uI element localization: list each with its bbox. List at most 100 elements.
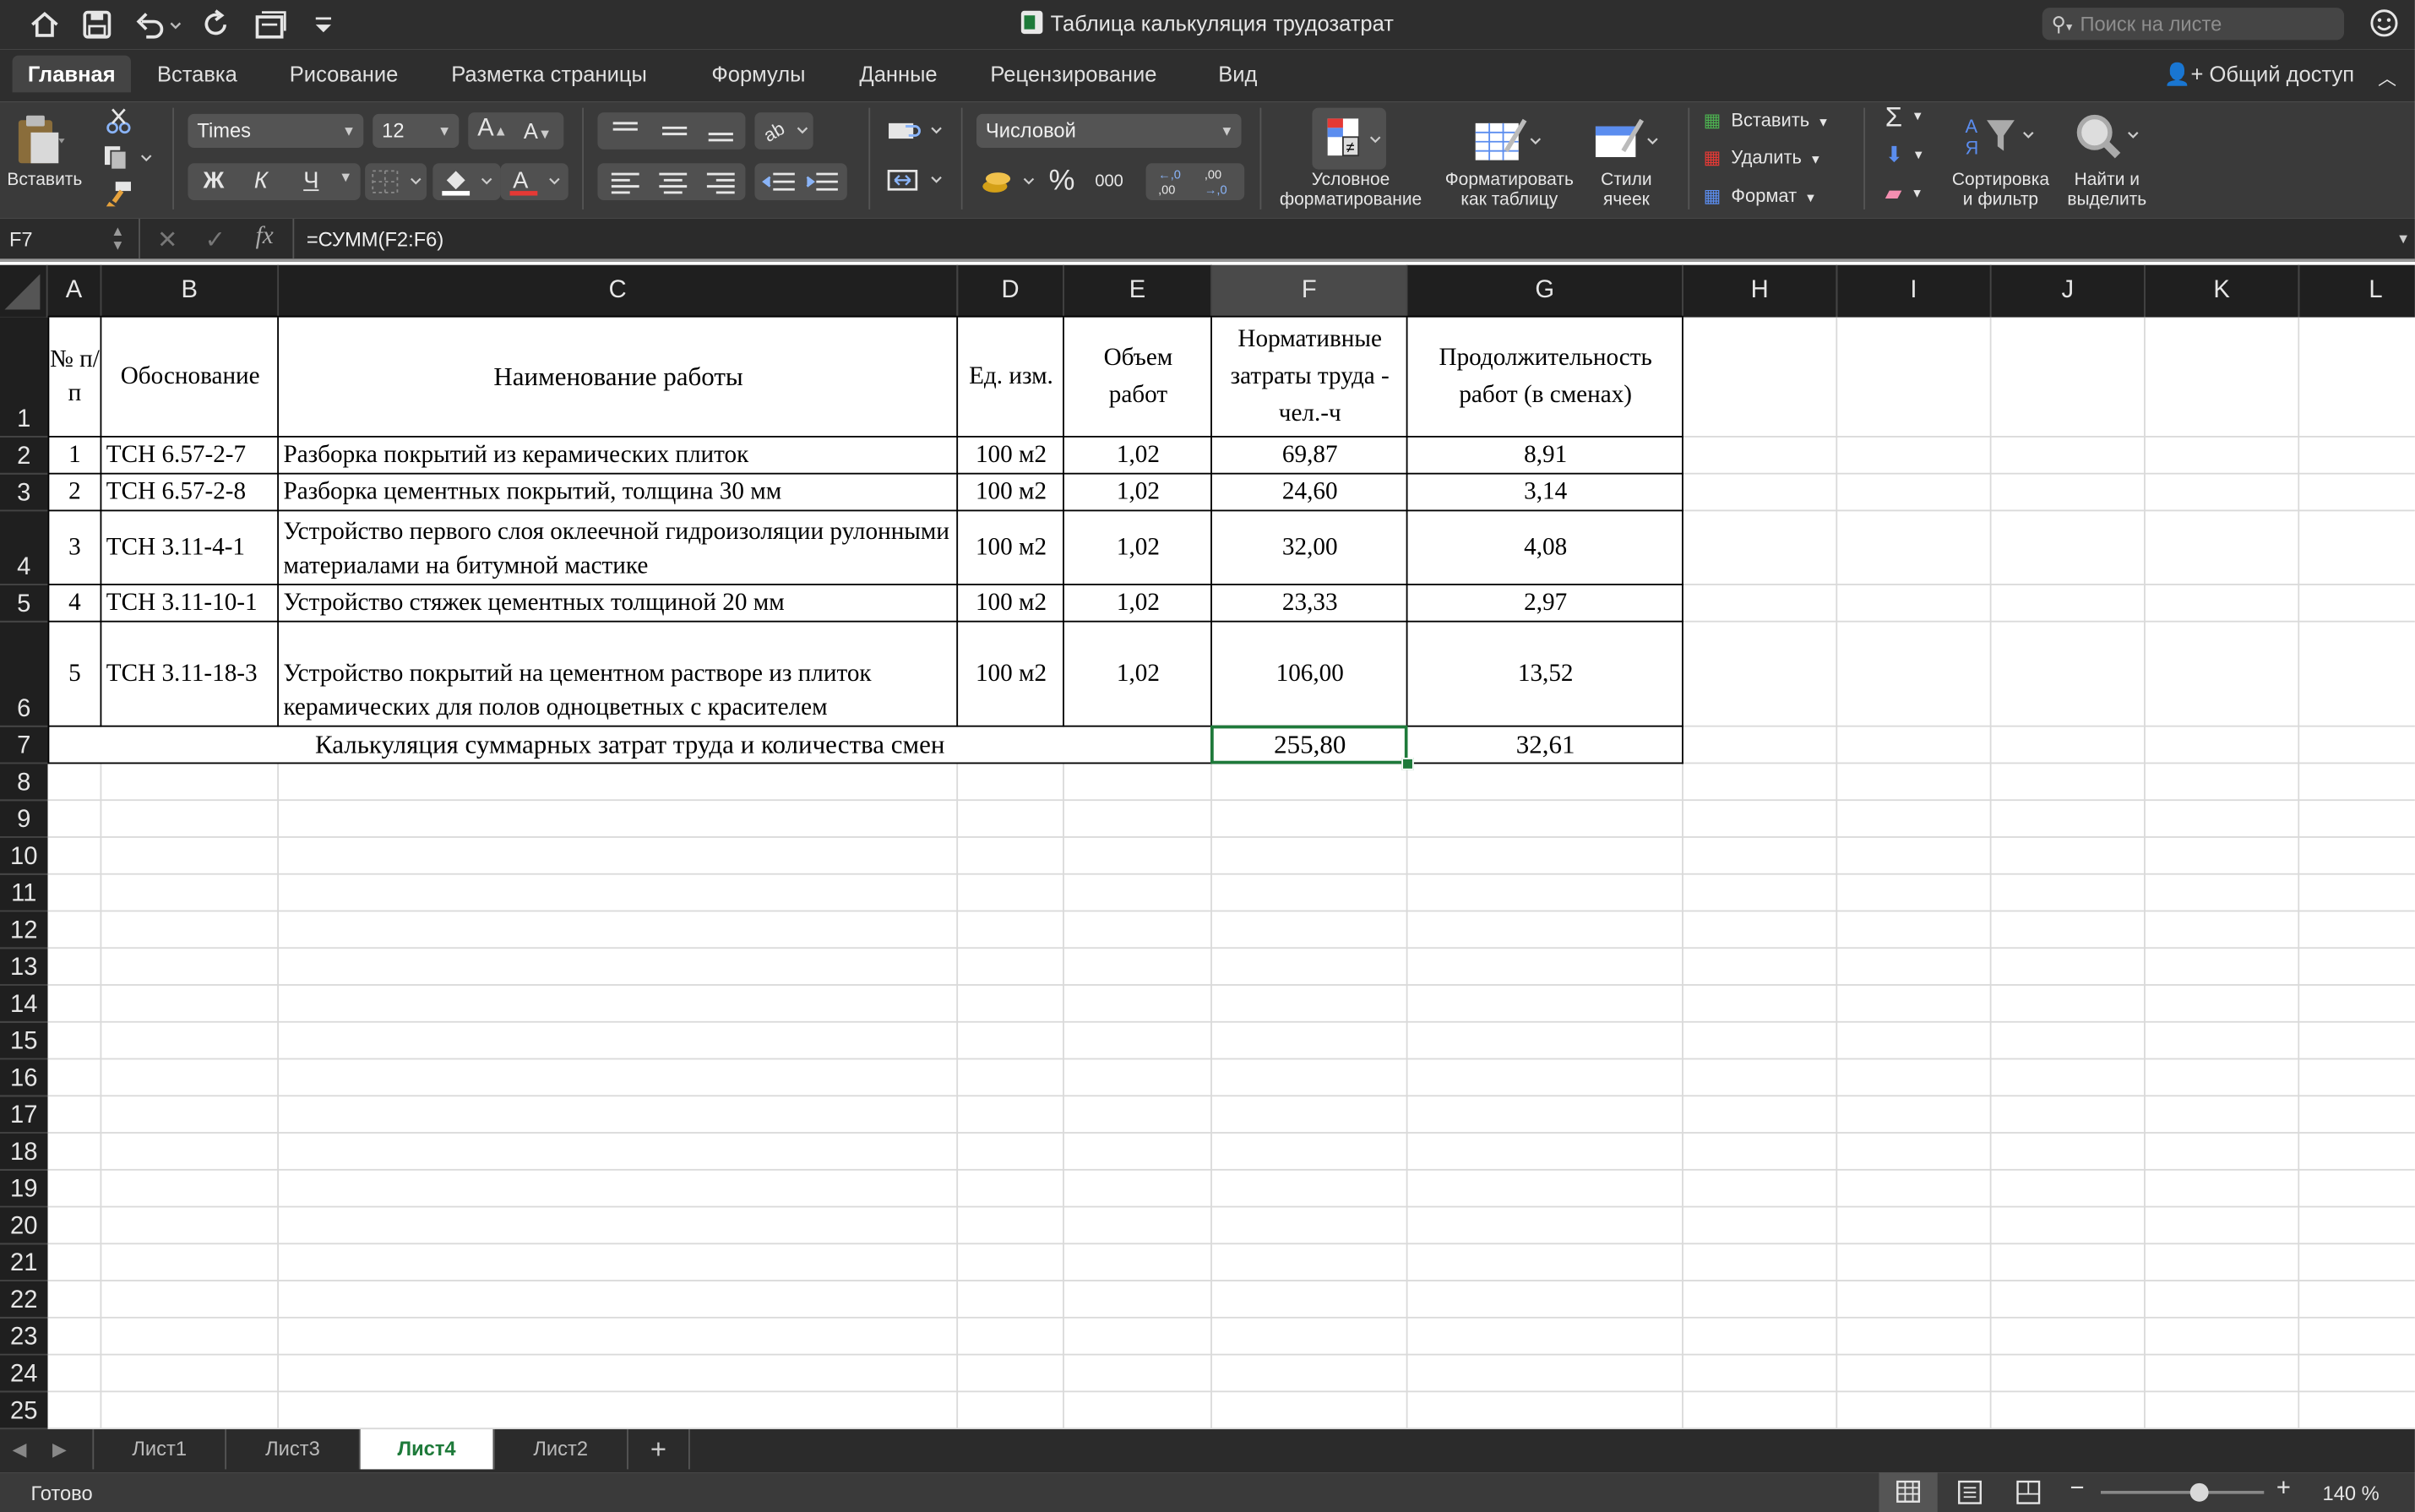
header-work-name[interactable]: Наименование работы [279,318,958,438]
row-header[interactable]: 15 [0,1022,48,1060]
underline-button[interactable]: Ч [303,168,318,194]
merge-center-button[interactable] [884,163,949,197]
table-cell-basis[interactable]: ТСН 6.57-2-7 [101,438,279,475]
column-header[interactable]: L [2299,264,2415,318]
decrease-font-size-icon[interactable]: A▼ [524,118,552,143]
row-header[interactable]: 8 [0,764,48,802]
row-header[interactable]: 9 [0,801,48,838]
table-cell-num[interactable]: 1 [48,438,102,475]
table-cell-volume[interactable]: 1,02 [1064,623,1212,727]
format-as-table-button[interactable] [1469,111,1546,169]
number-format-select[interactable]: Числовой ▼ [976,113,1242,149]
search-sheet-input[interactable]: ⚲▾ Поиск на листе [2042,8,2345,41]
column-header[interactable]: J [1991,264,2146,318]
thousands-separator-button[interactable]: 000 [1095,172,1123,191]
table-cell-labor[interactable]: 106,00 [1212,623,1408,727]
table-cell-num[interactable]: 4 [48,585,102,623]
table-cell-basis[interactable]: ТСН 6.57-2-8 [101,475,279,512]
wrap-text-button[interactable] [884,114,949,148]
table-cell-labor[interactable]: 23,33 [1212,585,1408,623]
table-cell-name[interactable]: Устройство покрытий на цементном раствор… [279,623,958,727]
row-header[interactable]: 17 [0,1096,48,1134]
table-cell-name[interactable]: Устройство первого слоя оклеечной гидрои… [279,511,958,585]
table-cell-volume[interactable]: 1,02 [1064,438,1212,475]
table-cell-num[interactable]: 2 [48,475,102,512]
underline-options-icon[interactable]: ▼ [339,170,352,185]
tab-review[interactable]: Рецензирование [990,62,1156,86]
tab-insert[interactable]: Вставка [157,62,237,86]
total-duration-cell[interactable]: 32,61 [1407,727,1683,764]
fill-button[interactable]: ⬇ ▼ [1885,142,1941,176]
zoom-in-button[interactable]: + [2276,1476,2291,1504]
formula-input[interactable]: =СУММ(F2:F6) [307,228,443,251]
page-layout-view-button[interactable] [1944,1472,1996,1512]
font-size-select[interactable]: 12 ▼ [373,113,460,149]
table-cell-basis[interactable]: ТСН 3.11-18-3 [101,623,279,727]
row-header[interactable]: 21 [0,1244,48,1281]
row-header[interactable]: 14 [0,985,48,1023]
table-cell-labor[interactable]: 24,60 [1212,475,1408,512]
italic-button[interactable]: К [254,168,268,194]
worksheet-grid[interactable]: ABCDEFGHIJKL 1 2 3 4 5 6 7 8 9 10 11 12 13 14 15 16 17 18… [0,264,2415,1430]
row-header[interactable]: 1 [0,317,48,438]
table-cell-name[interactable]: Устройство стяжек цементных толщиной 20 … [279,585,958,623]
zoom-slider[interactable] [2100,1482,2265,1502]
row-header[interactable]: 20 [0,1207,48,1245]
header-volume[interactable]: Объем работ [1064,318,1212,438]
accounting-format-button[interactable] [976,163,1044,200]
row-header[interactable]: 19 [0,1170,48,1208]
borders-button[interactable] [365,163,427,201]
zoom-slider-thumb[interactable] [2189,1482,2208,1502]
percent-style-button[interactable]: % [1049,165,1075,199]
autosum-button[interactable]: Σ ▼ [1885,101,1941,135]
column-header[interactable]: I [1837,264,1992,318]
tab-home[interactable]: Главная [12,55,131,93]
column-header[interactable]: E [1063,264,1212,318]
table-cell-num[interactable]: 5 [48,623,102,727]
row-header[interactable]: 18 [0,1133,48,1171]
name-box[interactable]: F7 [9,228,33,251]
column-header[interactable]: G [1407,264,1683,318]
font-name-select[interactable]: Times ▼ [188,113,364,149]
zoom-level[interactable]: 140 % [2323,1482,2380,1504]
copy-icon[interactable] [101,142,154,172]
clear-button[interactable]: ▰ ▼ [1885,180,1941,214]
page-break-view-button[interactable] [2002,1472,2054,1512]
insert-function-button[interactable]: fx [256,223,274,251]
table-cell-duration[interactable]: 13,52 [1407,623,1683,727]
text-orientation-button[interactable]: ab [754,112,813,150]
increase-font-size-icon[interactable]: A▲ [477,116,508,144]
row-header[interactable]: 3 [0,474,48,512]
tab-page-layout[interactable]: Разметка страницы [451,62,647,86]
header-num[interactable]: № п/п [48,318,102,438]
table-cell-duration[interactable]: 8,91 [1407,438,1683,475]
paste-button[interactable] [9,111,71,169]
row-header[interactable]: 6 [0,622,48,727]
bold-button[interactable]: Ж [204,168,225,194]
table-cell-num[interactable]: 3 [48,511,102,585]
row-header[interactable]: 11 [0,874,48,912]
table-cell-unit[interactable]: 100 м2 [958,623,1064,727]
scroll-tabs-left-icon[interactable]: ◀ [13,1439,27,1460]
row-header[interactable]: 12 [0,911,48,949]
cell-styles-button[interactable] [1590,111,1664,169]
expand-formula-bar-icon[interactable]: ▼ [2396,231,2410,246]
row-header[interactable]: 5 [0,585,48,623]
column-header[interactable]: F [1211,264,1408,318]
share-button[interactable]: 👤+ Общий доступ [2164,62,2354,88]
header-duration[interactable]: Продолжительность работ (в сменах) [1407,318,1683,438]
row-header[interactable]: 4 [0,511,48,585]
table-cell-basis[interactable]: ТСН 3.11-10-1 [101,585,279,623]
sheet-tab-4[interactable]: Лист4 [360,1429,495,1470]
scroll-tabs-right-icon[interactable]: ▶ [52,1439,67,1460]
fill-color-button[interactable] [432,163,501,201]
normal-view-button[interactable] [1879,1472,1938,1512]
add-sheet-button[interactable]: + [628,1429,690,1470]
tab-view[interactable]: Вид [1218,62,1257,86]
column-header[interactable]: C [279,264,959,318]
row-header[interactable]: 16 [0,1059,48,1097]
table-cell-volume[interactable]: 1,02 [1064,475,1212,512]
table-cell-volume[interactable]: 1,02 [1064,585,1212,623]
table-cell-unit[interactable]: 100 м2 [958,475,1064,512]
row-header[interactable]: 23 [0,1318,48,1356]
